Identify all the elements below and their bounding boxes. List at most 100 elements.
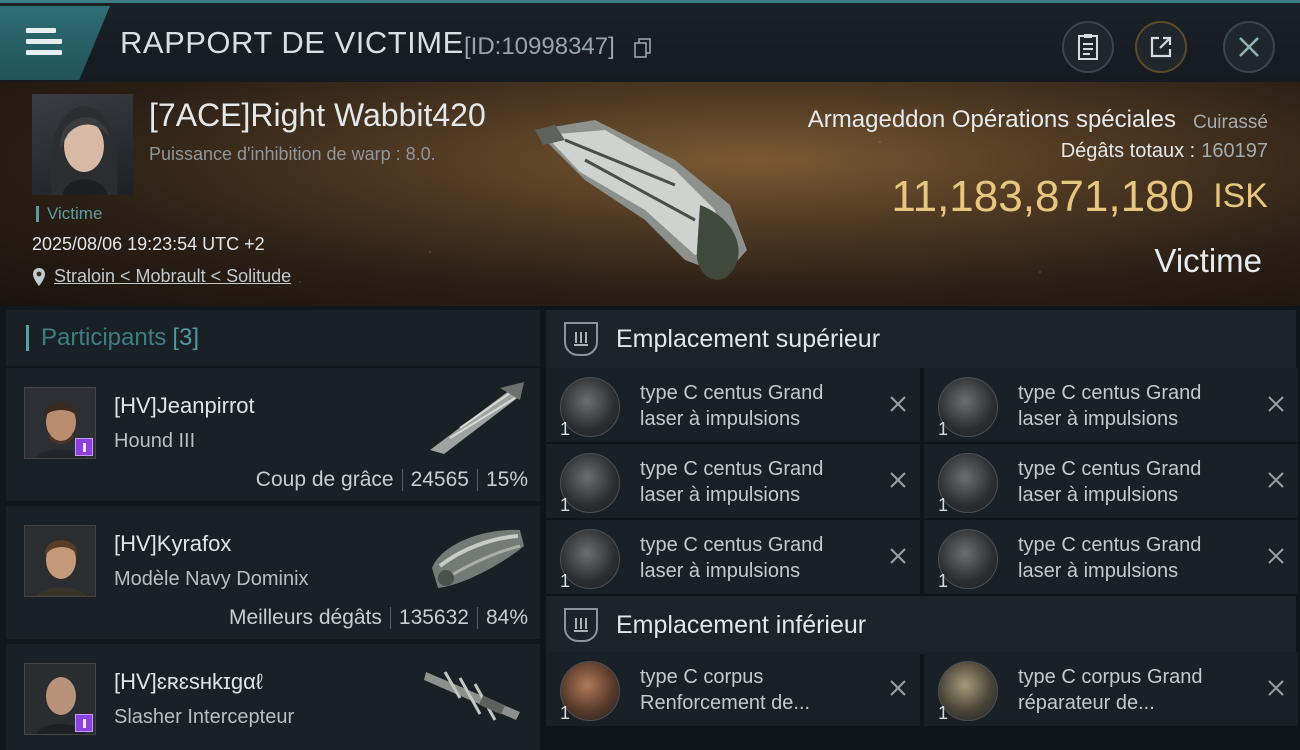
- fitting-module[interactable]: 1 type C centus Grand laser à impulsions: [546, 444, 920, 518]
- participant-ship-image: [424, 671, 520, 721]
- hamburger-menu-icon: [26, 28, 62, 58]
- module-name: type C corpus Grand réparateur de...: [1018, 664, 1248, 716]
- menu-button[interactable]: [0, 6, 110, 80]
- module-quantity: 1: [560, 703, 571, 723]
- page-title: RAPPORT DE VICTIME: [120, 25, 464, 60]
- participant-card[interactable]: [HV]Jeanpirrot Hound III Coup de grâce 2…: [6, 368, 540, 501]
- module-name: type C centus Grand laser à impulsions: [640, 532, 870, 584]
- participant-name[interactable]: [HV]ɛʀɛsʜkɪgαℓ: [114, 669, 263, 695]
- copy-icon[interactable]: [634, 38, 652, 58]
- damage-percent: 15%: [485, 468, 528, 491]
- victim-ship-name[interactable]: Armageddon Opérations spéciales: [808, 106, 1176, 134]
- fittings-panel: Emplacement supérieur 1 type C centus Gr…: [540, 306, 1300, 750]
- module-name-line2: laser à impulsions: [1018, 408, 1179, 430]
- destroyed-x-icon: [890, 680, 906, 696]
- kill-location[interactable]: Straloin < Mobrault < Solitude: [32, 266, 291, 287]
- module-name: type C centus Grand laser à impulsions: [640, 380, 870, 432]
- participants-count: [3]: [172, 324, 200, 351]
- participant-ship: Slasher Intercepteur: [114, 706, 295, 728]
- module-name-line2: Renforcement de...: [640, 692, 811, 714]
- isk-unit: ISK: [1213, 177, 1268, 215]
- module-name-line1: type C corpus Grand: [1018, 666, 1203, 688]
- total-damage-label: Dégâts totaux :: [1060, 140, 1196, 162]
- purple-badge-icon: [75, 714, 93, 732]
- share-button[interactable]: [1135, 21, 1187, 73]
- victim-pilot-name[interactable]: [7ACE]Right Wabbit420: [149, 97, 486, 134]
- destroyed-x-icon: [1268, 396, 1284, 412]
- victim-portrait[interactable]: [32, 94, 133, 195]
- module-name-line1: type C centus Grand: [1018, 458, 1202, 480]
- total-damage-value: 160197: [1201, 140, 1268, 162]
- avatar[interactable]: [24, 663, 96, 735]
- module-name: type C centus Grand laser à impulsions: [640, 456, 870, 508]
- damage-value: 24565: [410, 468, 469, 491]
- participant-ship: Modèle Navy Dominix: [114, 568, 309, 590]
- destroyed-x-icon: [890, 472, 906, 488]
- module-name-line2: laser à impulsions: [640, 408, 801, 430]
- participant-ship-image: [432, 529, 524, 588]
- kill-timestamp: 2025/08/06 19:23:54 UTC +2: [32, 234, 265, 254]
- fitting-module[interactable]: 1 type C centus Grand laser à impulsions: [546, 520, 920, 594]
- report-id: [ID:10998347]: [464, 33, 615, 60]
- module-name: type C centus Grand laser à impulsions: [1018, 532, 1248, 584]
- participant-card[interactable]: [HV]Kyrafox Modèle Navy Dominix Meilleur…: [6, 506, 540, 639]
- close-button[interactable]: [1223, 21, 1275, 73]
- participants-panel: Participants [3] [HV]Jeanpirrot Hound II…: [0, 306, 540, 750]
- low-slot-icon: [564, 608, 598, 642]
- damage-percent: 84%: [485, 606, 528, 629]
- low-slot-label: Emplacement inférieur: [616, 610, 867, 639]
- module-name-line1: type C centus Grand: [640, 534, 824, 556]
- fitting-module[interactable]: 1 type C centus Grand laser à impulsions: [924, 444, 1298, 518]
- location-link[interactable]: Straloin < Mobrault < Solitude: [54, 266, 291, 287]
- victim-ship-image[interactable]: [525, 110, 765, 290]
- module-name-line1: type C centus Grand: [1018, 382, 1202, 404]
- participants-header: Participants [3]: [6, 310, 540, 366]
- divider: [476, 469, 478, 491]
- victim-status-label: Victime: [1154, 242, 1262, 279]
- divider: [401, 469, 403, 491]
- high-slot-label: Emplacement supérieur: [616, 324, 881, 353]
- high-slot-header: Emplacement supérieur: [546, 310, 1296, 368]
- module-quantity: 1: [938, 571, 949, 591]
- isk-value: 11,183,871,180: [891, 172, 1194, 221]
- module-name-line1: type C centus Grand: [640, 458, 824, 480]
- participant-ship-image: [430, 382, 524, 454]
- module-name-line1: type C centus Grand: [640, 382, 824, 404]
- module-quantity: 1: [560, 419, 571, 439]
- participants-label: Participants: [41, 324, 167, 351]
- module-quantity: 1: [938, 495, 949, 515]
- module-quantity: 1: [560, 571, 571, 591]
- header-accent-bar: [26, 325, 29, 351]
- fitting-module[interactable]: 1 type C centus Grand laser à impulsions: [924, 368, 1298, 442]
- fitting-module[interactable]: 1 type C centus Grand laser à impulsions: [924, 520, 1298, 594]
- damage-value: 135632: [398, 606, 469, 629]
- victim-banner: [7ACE]Right Wabbit420 Puissance d'inhibi…: [0, 82, 1300, 306]
- header-bar: RAPPORT DE VICTIME [ID:10998347]: [0, 0, 1300, 82]
- warp-disruption-strength: Puissance d'inhibition de warp : 8.0.: [149, 144, 436, 164]
- high-slot-icon: [564, 322, 598, 356]
- module-name: type C centus Grand laser à impulsions: [1018, 380, 1248, 432]
- participant-stats: Meilleurs dégâts 135632 84%: [229, 606, 528, 630]
- module-name: type C corpus Renforcement de...: [640, 664, 870, 716]
- stat-label: Coup de grâce: [255, 468, 394, 491]
- fitting-module[interactable]: 1 type C corpus Renforcement de...: [546, 652, 920, 726]
- divider: [389, 607, 391, 629]
- total-damage: Dégâts totaux :160197: [1061, 140, 1268, 163]
- participant-card[interactable]: [HV]ɛʀɛsʜkɪgαℓ Slasher Intercepteur: [6, 644, 540, 750]
- destroyed-x-icon: [890, 548, 906, 564]
- avatar[interactable]: [24, 387, 96, 459]
- module-name: type C centus Grand laser à impulsions: [1018, 456, 1248, 508]
- participant-name[interactable]: [HV]Jeanpirrot: [114, 393, 255, 419]
- avatar[interactable]: [24, 525, 96, 597]
- participant-ship: Hound III: [114, 430, 196, 452]
- clipboard-button[interactable]: [1062, 21, 1114, 73]
- location-pin-icon: [33, 267, 45, 286]
- destroyed-x-icon: [1268, 548, 1284, 564]
- fitting-module[interactable]: 1 type C corpus Grand réparateur de...: [924, 652, 1298, 726]
- fitting-module[interactable]: 1 type C centus Grand laser à impulsions: [546, 368, 920, 442]
- module-name-line1: type C centus Grand: [1018, 534, 1202, 556]
- participant-name[interactable]: [HV]Kyrafox: [114, 531, 231, 557]
- stat-label: Meilleurs dégâts: [228, 606, 382, 629]
- module-name-line2: réparateur de...: [1018, 692, 1155, 714]
- share-icon: [1150, 36, 1172, 58]
